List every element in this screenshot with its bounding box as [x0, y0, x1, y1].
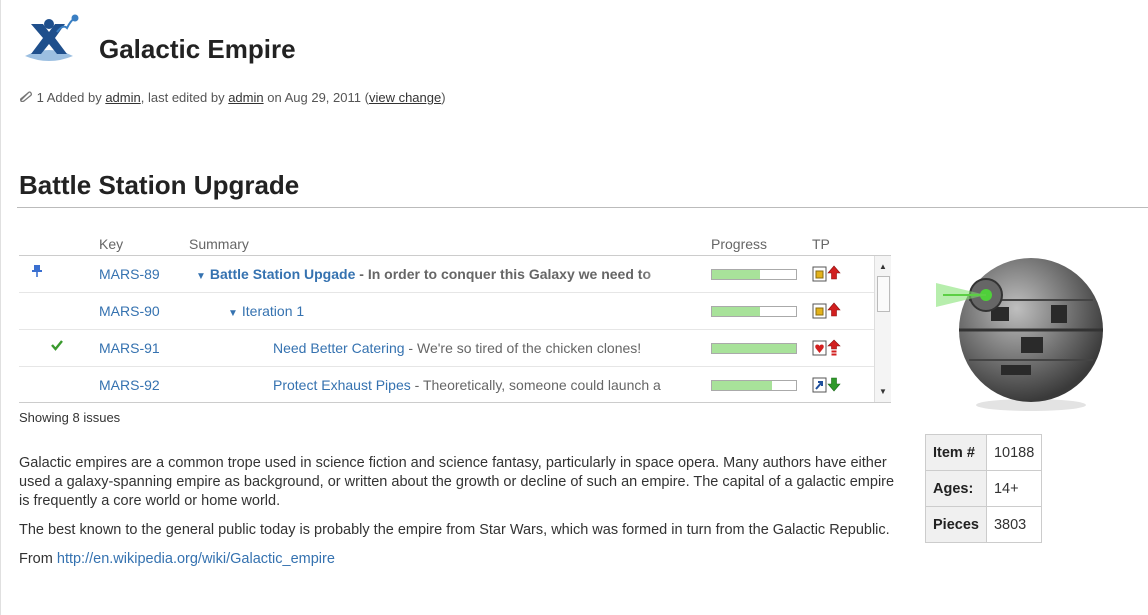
progress-bar	[711, 380, 797, 391]
version-number: 1	[36, 90, 44, 105]
edited-by-label: , last edited by	[140, 90, 225, 105]
scroll-up-arrow-icon[interactable]: ▲	[879, 262, 887, 271]
issue-summary: ▼ Battle Station Upgade - In order to con…	[196, 266, 681, 282]
column-progress[interactable]: Progress	[711, 236, 767, 252]
progress-bar	[711, 269, 797, 280]
tp-icons	[812, 265, 852, 283]
paragraph: The best known to the general public tod…	[19, 522, 890, 538]
tp-icons	[812, 302, 852, 320]
jira-issues-table: Key Summary Progress TP MARS-89 ▼ Battle …	[19, 233, 891, 403]
caret-down-icon[interactable]: ▼	[196, 271, 206, 282]
info-value: 10188	[985, 434, 1043, 471]
progress-bar	[711, 343, 797, 354]
priority-up-arrow-icon	[827, 265, 841, 280]
table-header: Key Summary Progress TP	[19, 233, 891, 256]
issue-description: We're so tired of the chicken clones!	[416, 340, 642, 356]
death-star-image	[931, 245, 1106, 413]
table-row[interactable]: MARS-90 ▼ Iteration 1	[19, 293, 891, 330]
confluence-x-logo-icon	[19, 14, 79, 64]
issue-title-link[interactable]: Iteration 1	[242, 303, 304, 319]
issue-type-icon	[812, 340, 827, 356]
issue-key-link[interactable]: MARS-91	[99, 340, 160, 356]
pin-icon	[29, 264, 45, 281]
issue-title-link[interactable]: Protect Exhaust Pipes	[273, 377, 411, 393]
info-label: Item #	[925, 434, 987, 471]
source-link[interactable]: http://en.wikipedia.org/wiki/Galactic_em…	[57, 551, 335, 567]
issue-count: Showing 8 issues	[19, 410, 121, 425]
editor-link[interactable]: admin	[228, 90, 263, 105]
table-row: Item # 10188	[925, 434, 1043, 471]
issue-key-link[interactable]: MARS-89	[99, 266, 160, 282]
issue-type-icon	[812, 266, 827, 282]
progress-fill	[712, 307, 760, 316]
attachment-icon	[19, 90, 37, 105]
table-row[interactable]: MARS-89 ▼ Battle Station Upgade - In orde…	[19, 256, 891, 293]
scroll-down-arrow-icon[interactable]: ▼	[879, 387, 887, 396]
column-tp[interactable]: TP	[812, 236, 830, 252]
progress-fill	[712, 344, 796, 353]
paragraph: Galactic empires are a common trope used…	[19, 455, 895, 509]
view-change-link[interactable]: view change	[369, 90, 441, 105]
issue-type-icon	[812, 303, 827, 319]
checkmark-icon	[49, 338, 65, 355]
progress-fill	[712, 381, 773, 390]
from-label: From	[19, 551, 53, 567]
progress-fill	[712, 270, 760, 279]
section-divider	[17, 207, 1148, 208]
info-value: 14+	[985, 470, 1043, 507]
page-title: Galactic Empire	[99, 34, 296, 64]
issue-description: Theoretically, someone could launch a	[422, 377, 661, 393]
table-row[interactable]: MARS-92 Protect Exhaust Pipes - Theoreti…	[19, 367, 891, 402]
priority-down-arrow-icon	[827, 377, 841, 392]
added-by-label: Added by	[46, 90, 102, 105]
page-metadata: 1 Added by admin, last edited by admin o…	[19, 90, 446, 105]
priority-up-arrow-icon	[827, 339, 841, 356]
issue-key-link[interactable]: MARS-90	[99, 303, 160, 319]
issue-summary: Need Better Catering - We're so tired of…	[273, 340, 642, 356]
column-summary[interactable]: Summary	[189, 236, 249, 252]
tp-icons	[812, 339, 852, 357]
page-body: Galactic empires are a common trope used…	[19, 454, 899, 579]
source-line: From http://en.wikipedia.org/wiki/Galact…	[19, 550, 899, 569]
tp-icons	[812, 376, 852, 394]
issues-scrollbar[interactable]: ▲ ▼	[874, 256, 891, 402]
priority-up-arrow-icon	[827, 302, 841, 317]
issue-type-icon	[812, 377, 827, 393]
column-key[interactable]: Key	[99, 236, 123, 252]
issue-summary: Protect Exhaust Pipes - Theoretically, s…	[273, 377, 758, 393]
author-link[interactable]: admin	[105, 90, 140, 105]
info-value: 3803	[985, 506, 1043, 543]
issue-title-link[interactable]: Battle Station Upgade	[210, 266, 355, 282]
info-label: Pieces	[925, 506, 987, 543]
issue-key-link[interactable]: MARS-92	[99, 377, 160, 393]
scrollbar-thumb[interactable]	[877, 276, 890, 312]
issues-body: MARS-89 ▼ Battle Station Upgade - In orde…	[19, 256, 891, 403]
issue-description: In order to conquer this Galaxy we need …	[367, 266, 651, 282]
issue-summary: ▼ Iteration 1	[228, 303, 713, 319]
issue-title-link[interactable]: Need Better Catering	[273, 340, 405, 356]
table-row[interactable]: MARS-91 Need Better Catering - We're so …	[19, 330, 891, 367]
edit-date: on Aug 29, 2011	[267, 90, 361, 105]
progress-bar	[711, 306, 797, 317]
caret-down-icon[interactable]: ▼	[228, 308, 238, 319]
info-label: Ages:	[925, 470, 987, 507]
set-info-table: Item # 10188 Ages: 14+ Pieces 3803	[925, 434, 1043, 543]
table-row: Ages: 14+	[925, 470, 1043, 507]
section-heading: Battle Station Upgrade	[19, 170, 300, 200]
table-row: Pieces 3803	[925, 506, 1043, 543]
